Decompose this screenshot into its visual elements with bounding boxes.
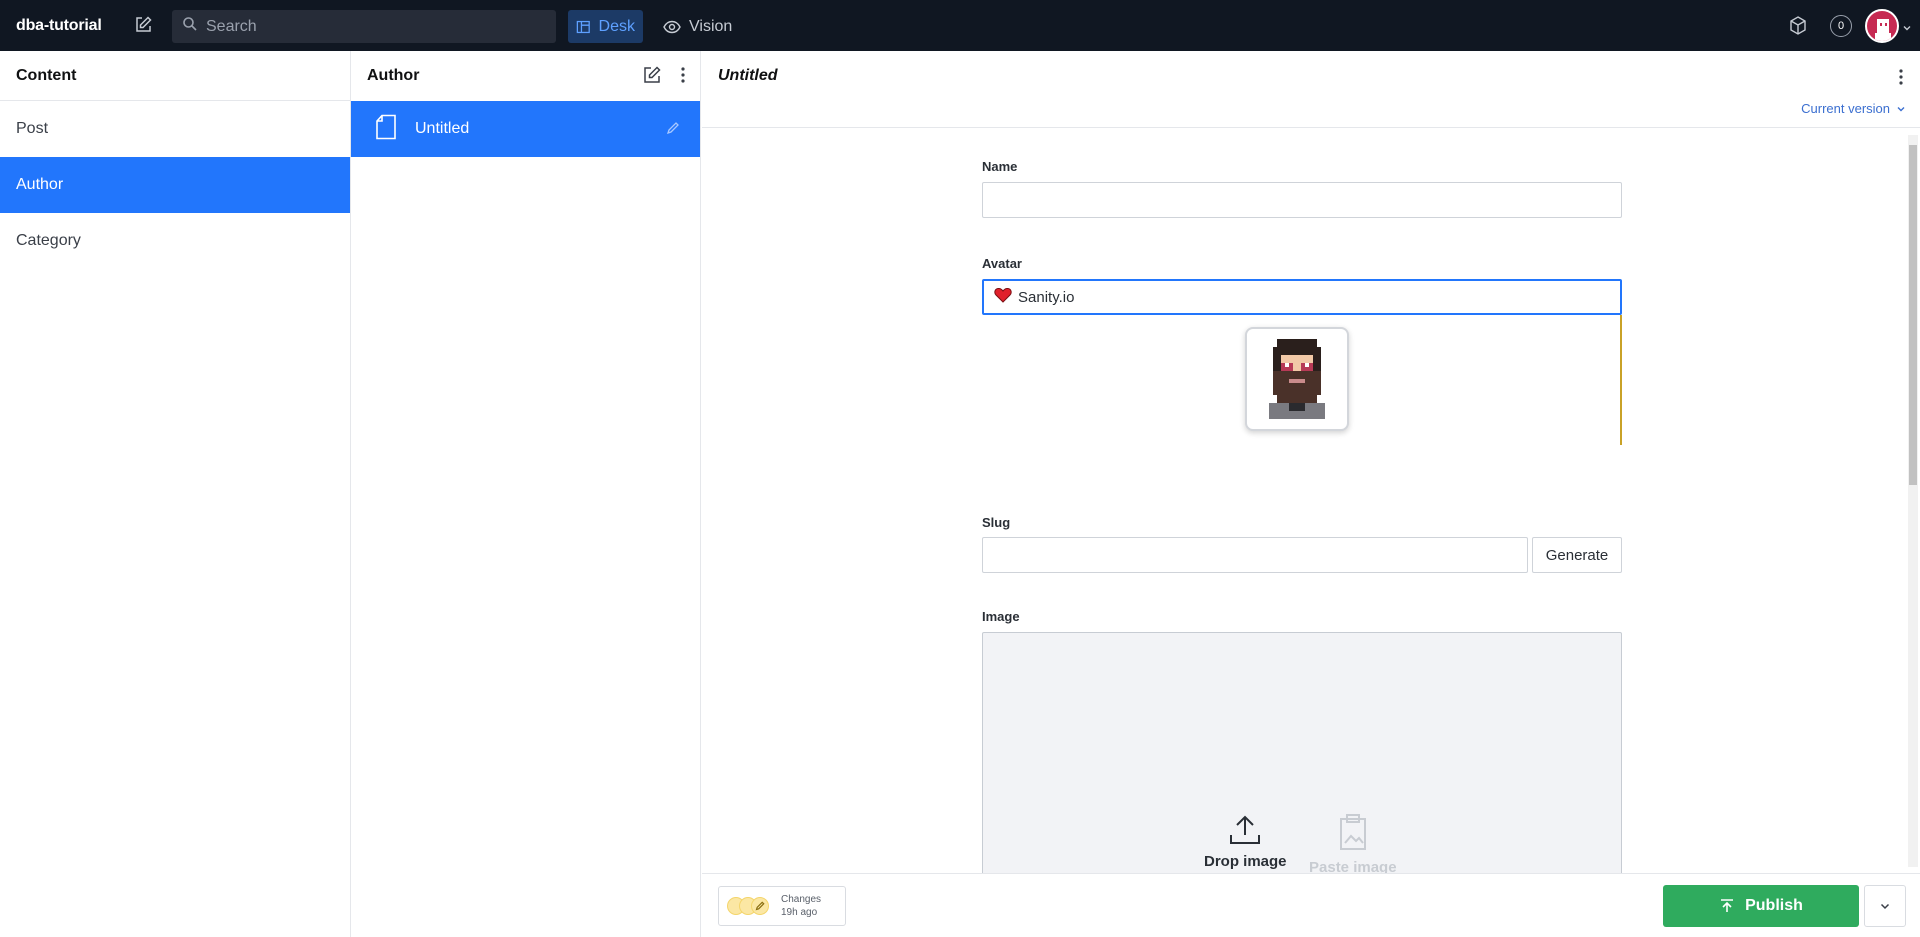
avatar-select[interactable]: Sanity.io [982,279,1622,315]
more-options-icon[interactable] [680,65,686,90]
publish-button[interactable]: Publish [1663,885,1859,927]
tool-vision[interactable]: Vision [655,10,740,43]
editor-scrollbar[interactable] [1908,135,1918,867]
tool-vision-label: Vision [689,17,733,35]
document-form: Name Avatar Sanity.io Slug Generate Imag… [702,129,1920,873]
changes-label: Changes [781,894,822,905]
avatar-label: Avatar [982,256,1022,271]
editor-title: Untitled [718,67,778,84]
avatar-preview-area [982,315,1622,445]
search-icon [182,16,198,37]
changes-info: Changes 19h ago [781,893,821,919]
image-dropzone[interactable]: Drop image Paste image [982,632,1622,873]
tool-desk[interactable]: Desk [568,10,643,43]
editor-footer: Changes 19h ago Publish [702,873,1920,937]
avatar-preview[interactable] [1245,327,1349,431]
changes-time: 19h ago [781,907,818,918]
version-label: Current version [1801,101,1890,116]
publish-menu-button[interactable] [1864,885,1906,927]
clipboard-image-icon [1339,814,1366,850]
author-pane-header: Author [351,51,700,101]
publish-icon [1721,899,1734,912]
content-pane: Content Post Author Category [0,51,351,937]
author-pane: Author Untitled [351,51,701,937]
nav-item-author[interactable]: Author [0,157,350,213]
chevron-down-icon[interactable] [1902,20,1912,38]
search-bar[interactable] [172,10,556,43]
version-row: Current version [702,101,1920,128]
name-input[interactable] [982,182,1622,218]
content-pane-title: Content [0,51,350,101]
generate-slug-button[interactable]: Generate [1532,537,1622,573]
nav-item-post[interactable]: Post [0,101,350,157]
chevron-down-icon [1880,903,1890,910]
editor-pane: Untitled Current version Name Avatar San… [702,51,1920,937]
document-icon [375,114,397,145]
name-label: Name [982,159,1018,174]
project-name[interactable]: dba-tutorial [16,17,102,35]
edit-pencil-icon [666,121,680,140]
tool-desk-label: Desk [598,17,635,35]
slug-input[interactable] [982,537,1528,573]
scrollbar-thumb[interactable] [1909,145,1917,485]
image-label: Image [982,609,1020,624]
new-document-icon[interactable] [132,14,154,36]
package-icon[interactable] [1788,15,1808,37]
notification-count-badge[interactable]: 0 [1830,15,1852,37]
search-input[interactable] [206,17,526,36]
changes-avatars [727,897,769,915]
author-pane-title: Author [367,67,420,84]
paste-image-button[interactable]: Paste image [1309,813,1397,873]
paste-image-label: Paste image [1309,859,1397,873]
eye-icon [663,20,681,33]
drop-image-button[interactable]: Drop image [1204,813,1287,870]
publish-label: Publish [1745,897,1803,914]
drop-image-label: Drop image [1204,853,1287,870]
version-selector[interactable]: Current version [1801,101,1906,116]
user-avatar[interactable] [1865,9,1899,43]
document-list-item[interactable]: Untitled [351,101,700,157]
top-navbar: dba-tutorial Desk Vision 0 [0,0,1920,51]
document-title: Untitled [415,120,470,137]
pencil-icon [751,897,769,915]
pixel-avatar-image [1269,339,1325,419]
chevron-down-icon [1897,106,1905,111]
slug-label: Slug [982,515,1011,530]
heart-icon [994,287,1012,307]
editor-header: Untitled [702,51,1920,101]
nav-item-category[interactable]: Category [0,213,350,269]
editor-menu-icon[interactable] [1898,67,1904,92]
avatar-value: Sanity.io [1018,288,1075,306]
desk-icon [576,20,590,33]
upload-icon [1230,815,1261,844]
changes-button[interactable]: Changes 19h ago [718,886,846,926]
compose-icon[interactable] [642,65,662,90]
